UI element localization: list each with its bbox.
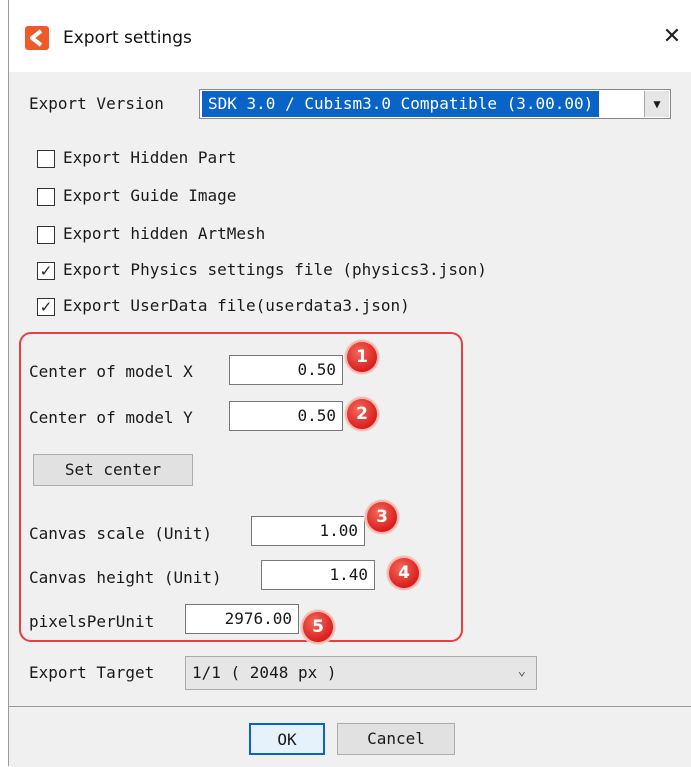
option-label: Export hidden ArtMesh (63, 224, 266, 243)
pixels-per-unit-label: pixelsPerUnit (29, 612, 155, 631)
chevron-down-icon[interactable]: ▼ (644, 91, 669, 117)
close-button[interactable]: ✕ (657, 22, 687, 52)
ok-button[interactable]: OK (249, 723, 325, 755)
export-version-label: Export Version (29, 94, 164, 113)
canvas-height-label: Canvas height (Unit) (29, 568, 222, 587)
canvas-scale-input[interactable]: 1.00 (251, 516, 365, 546)
callout-badge-4: 4 (387, 556, 421, 590)
dialog-title: Export settings (63, 28, 192, 48)
callout-badge-5: 5 (301, 610, 335, 644)
export-target-label: Export Target (29, 663, 155, 682)
callout-badge-2: 2 (345, 397, 379, 431)
center-y-input[interactable]: 0.50 (229, 401, 343, 431)
checkbox[interactable] (37, 226, 55, 244)
checkbox[interactable] (37, 188, 55, 206)
cancel-button[interactable]: Cancel (337, 723, 455, 755)
option-label: Export UserData file(userdata3.json) (63, 296, 410, 315)
canvas-scale-label: Canvas scale (Unit) (29, 524, 213, 543)
checkbox-checked[interactable]: ✓ (37, 298, 55, 316)
option-label: Export Guide Image (63, 186, 237, 205)
callout-badge-3: 3 (365, 500, 399, 534)
pixels-per-unit-input[interactable]: 2976.00 (185, 604, 299, 634)
chevron-down-icon[interactable]: ⌄ (518, 663, 526, 679)
center-y-label: Center of model Y (29, 408, 193, 427)
center-x-input[interactable]: 0.50 (229, 355, 343, 385)
canvas-height-input[interactable]: 1.40 (261, 560, 375, 590)
dialog-footer: OK Cancel (9, 706, 691, 767)
center-x-label: Center of model X (29, 362, 193, 381)
callout-badge-1: 1 (345, 340, 379, 374)
dialog-body: Export Version SDK 3.0 / Cubism3.0 Compa… (9, 72, 691, 706)
option-label: Export Hidden Part (63, 148, 237, 167)
close-icon: ✕ (662, 24, 682, 49)
export-version-select[interactable]: SDK 3.0 / Cubism3.0 Compatible (3.00.00)… (199, 89, 671, 119)
set-center-button[interactable]: Set center (33, 454, 193, 486)
checkbox-checked[interactable]: ✓ (37, 262, 55, 280)
checkbox[interactable] (37, 150, 55, 168)
title-bar: Export settings ✕ (9, 0, 691, 72)
export-settings-dialog: Export settings ✕ Export Version SDK 3.0… (8, 0, 691, 767)
export-target-select[interactable]: 1/1 ( 2048 px ) ⌄ (185, 656, 537, 690)
export-target-selected: 1/1 ( 2048 px ) (192, 663, 337, 682)
option-label: Export Physics settings file (physics3.j… (63, 260, 487, 279)
export-version-selected: SDK 3.0 / Cubism3.0 Compatible (3.00.00) (202, 91, 600, 117)
cubism-editor-logo-icon (25, 26, 49, 50)
